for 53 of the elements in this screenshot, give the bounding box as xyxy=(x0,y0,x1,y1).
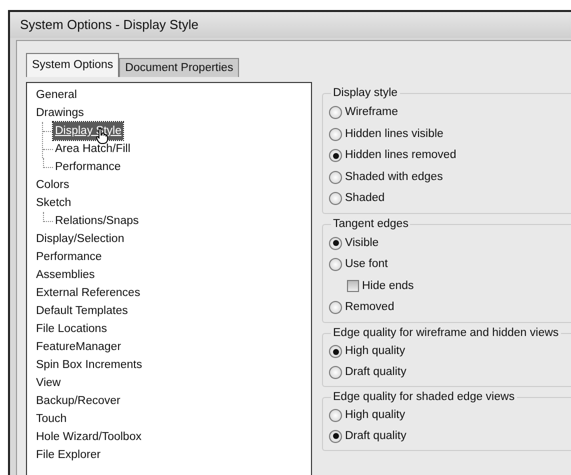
option-label: Hidden lines visible xyxy=(345,126,444,142)
group-title: Edge quality for shaded edge views xyxy=(331,390,517,404)
window-title: System Options - Display Style xyxy=(20,17,198,32)
radio-button[interactable] xyxy=(329,236,342,250)
tree-item[interactable]: Backup/Recover xyxy=(34,392,122,410)
tree-item[interactable]: Relations/Snaps xyxy=(53,212,141,230)
tree-item[interactable]: Performance xyxy=(53,158,123,176)
tree-item[interactable]: File Locations xyxy=(34,320,109,338)
option-label: Shaded with edges xyxy=(345,170,443,185)
radio-button[interactable] xyxy=(329,345,342,358)
option-label: Removed xyxy=(345,300,394,316)
radio-button[interactable] xyxy=(329,149,342,162)
checkbox[interactable] xyxy=(347,280,359,292)
tab[interactable]: Document Properties xyxy=(119,58,240,77)
option-label: Visible xyxy=(345,236,379,251)
group-title: Tangent edges xyxy=(331,216,410,230)
radio-button[interactable] xyxy=(329,170,342,184)
tree-item[interactable]: External References xyxy=(34,284,142,302)
option-label: Hide ends xyxy=(362,278,414,294)
option-label: Hidden lines removed xyxy=(345,148,456,164)
radio-button[interactable] xyxy=(329,430,342,443)
tree-item[interactable]: Colors xyxy=(34,176,72,194)
tree-item[interactable]: Performance xyxy=(34,248,104,266)
option-label: High quality xyxy=(345,408,406,424)
tree-item[interactable]: Spin Box Increments xyxy=(34,356,144,374)
tree-item[interactable]: Touch xyxy=(34,410,69,428)
option-label: Draft quality xyxy=(345,364,406,380)
tree-item[interactable]: Assemblies xyxy=(34,266,97,284)
tree-item[interactable]: View xyxy=(34,374,63,392)
option-label: High quality xyxy=(345,344,406,360)
tree-item[interactable]: Area Hatch/Fill xyxy=(53,140,132,158)
group-title: Edge quality for wireframe and hidden views xyxy=(331,326,561,340)
radio-button[interactable] xyxy=(329,128,342,141)
radio-button[interactable] xyxy=(329,301,342,314)
option-label: Shaded xyxy=(345,191,385,206)
tree-item[interactable]: Sketch xyxy=(34,194,74,212)
group-title: Display style xyxy=(331,86,400,100)
radio-button[interactable] xyxy=(329,366,342,379)
tree-item[interactable]: General xyxy=(34,86,79,104)
tree-item[interactable]: FeatureManager xyxy=(34,338,124,356)
option-label: Use font xyxy=(345,257,388,272)
tree-item[interactable]: Display/Selection xyxy=(34,230,126,248)
option-label: Wireframe xyxy=(345,105,398,120)
option-label: Draft quality xyxy=(345,428,406,444)
tree-item[interactable]: Default Templates xyxy=(34,302,130,320)
tree-item[interactable]: File Explorer xyxy=(34,446,103,464)
radio-button[interactable] xyxy=(329,409,342,422)
radio-button[interactable] xyxy=(329,258,342,272)
radio-button[interactable] xyxy=(329,192,342,206)
radio-button[interactable] xyxy=(329,106,342,120)
tree-item[interactable]: Hole Wizard/Toolbox xyxy=(34,428,144,446)
tree-item[interactable]: Drawings xyxy=(34,104,86,122)
tab[interactable]: System Options xyxy=(26,53,120,77)
